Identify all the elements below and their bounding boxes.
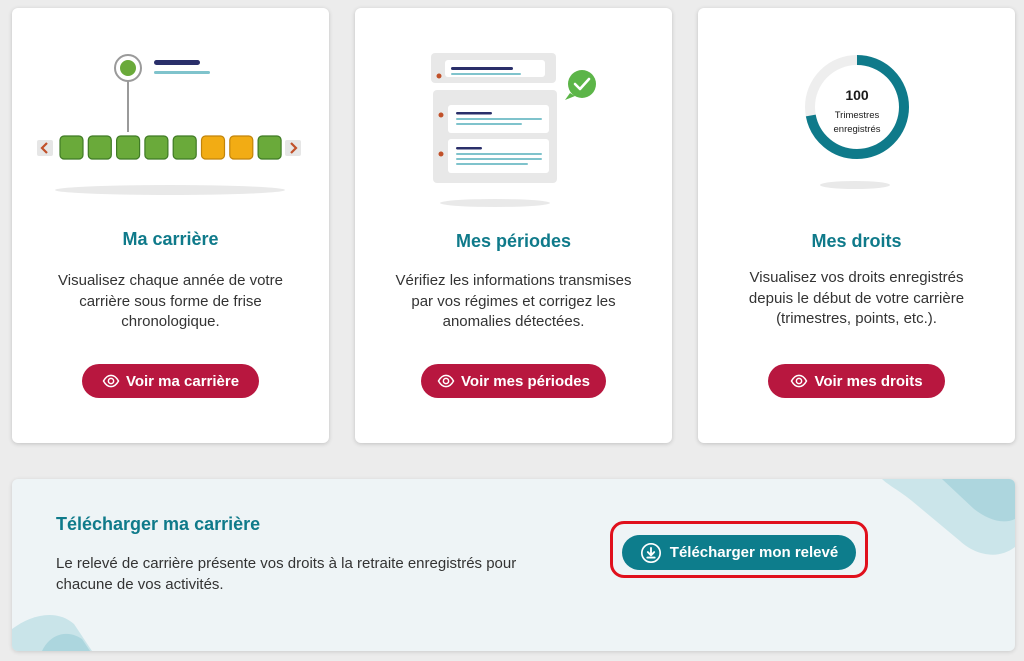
timeline-block[interactable]: [257, 135, 282, 160]
eye-icon: [791, 374, 808, 388]
voir-ma-carriere-button[interactable]: Voir ma carrière: [82, 364, 259, 398]
timeline-blocks: [59, 135, 282, 160]
card-description: Vérifiez les informations transmises par…: [395, 272, 632, 330]
download-title: Télécharger ma carrière: [56, 514, 261, 534]
card-title: Ma carrière: [122, 229, 219, 249]
button-label: Voir mes périodes: [461, 372, 590, 390]
button-label: Voir ma carrière: [125, 372, 240, 390]
timeline-block[interactable]: [200, 135, 226, 160]
download-panel: Télécharger ma carrière Le relevé de car…: [12, 479, 1015, 651]
timeline-block[interactable]: [229, 135, 254, 160]
check-icon: [565, 70, 596, 100]
voir-mes-periodes-button[interactable]: Voir mes périodes: [421, 364, 606, 398]
eye-icon: [102, 374, 120, 388]
button-label: Voir mes droits: [814, 372, 923, 390]
button-label: Télécharger mon relevé: [669, 544, 839, 561]
gauge-value: 100: [845, 87, 869, 103]
card-mes-droits: 100 Trimestres enregistrés Mes droits Vi…: [698, 8, 1015, 443]
gauge-caption-line2: enregistrés: [834, 124, 881, 135]
timeline-block[interactable]: [144, 135, 169, 160]
timeline-block[interactable]: [59, 135, 84, 160]
chevron-right-icon[interactable]: [285, 140, 301, 156]
card-description: Visualisez vos droits enregistrés depuis…: [748, 269, 965, 327]
chevron-left-icon[interactable]: [37, 140, 53, 156]
gauge-caption-line1: Trimestres: [835, 110, 880, 121]
card-title: Mes droits: [811, 231, 902, 251]
gauge-illustration: 100 Trimestres enregistrés: [805, 55, 909, 189]
timeline-block[interactable]: [87, 135, 112, 160]
card-mes-periodes: Mes périodes Vérifiez les informations t…: [355, 8, 672, 443]
telecharger-mon-releve-button[interactable]: Télécharger mon relevé: [622, 535, 856, 570]
documents-illustration: [431, 53, 596, 207]
card-title: Mes périodes: [455, 231, 572, 251]
card-ma-carriere: Ma carrière Visualisez chaque année de v…: [12, 8, 329, 443]
voir-mes-droits-button[interactable]: Voir mes droits: [768, 364, 945, 398]
timeline-illustration: [37, 54, 301, 195]
eye-icon: [437, 374, 455, 388]
card-description: Visualisez chaque année de votre carrièr…: [58, 272, 283, 330]
download-icon: [640, 542, 661, 563]
timeline-block[interactable]: [115, 135, 141, 160]
download-description: Le relevé de carrière présente vos droit…: [56, 555, 517, 593]
timeline-block[interactable]: [172, 135, 197, 160]
